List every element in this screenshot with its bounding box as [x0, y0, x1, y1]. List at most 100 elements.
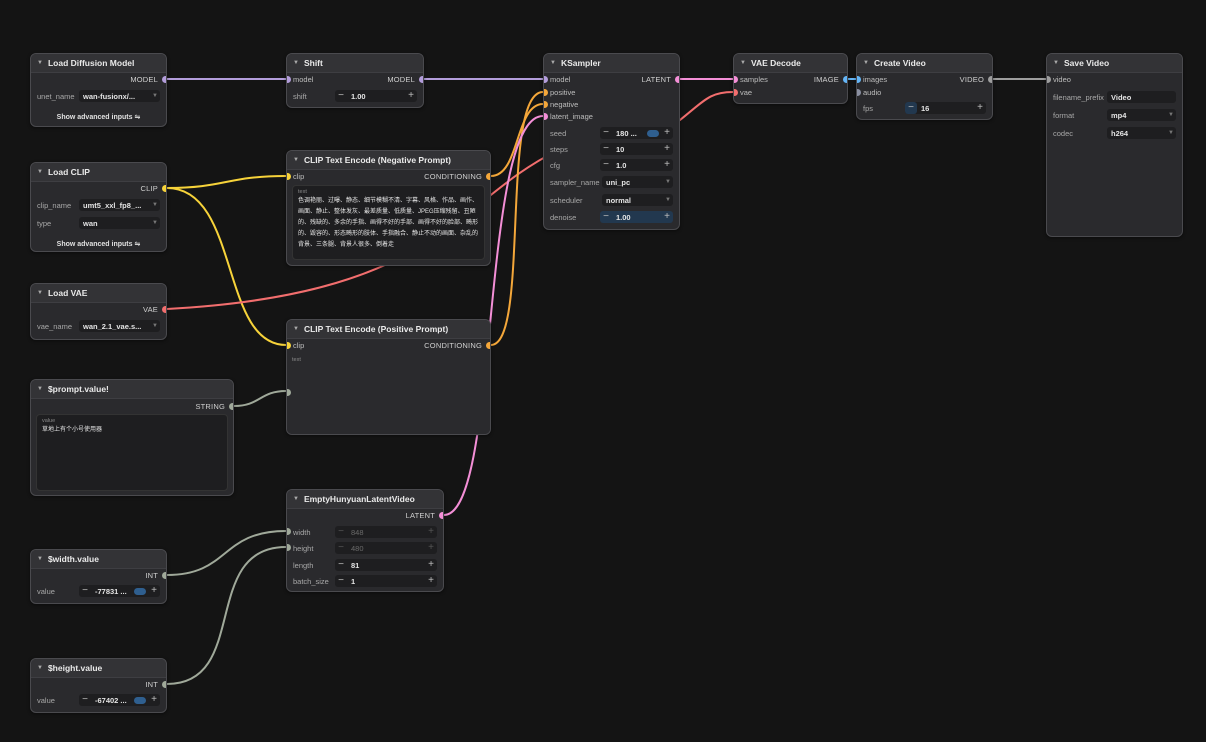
collapse-icon[interactable]: ▼ [37, 169, 43, 175]
node-save-video[interactable]: ▼ Save Video video filename_prefix Video … [1046, 53, 1183, 237]
collapse-icon[interactable]: ▼ [550, 60, 556, 66]
increment-button[interactable]: + [425, 542, 437, 554]
node-empty-hunyuan-latent-video[interactable]: ▼ EmptyHunyuanLatentVideo LATENT width − … [286, 489, 444, 592]
prompt-textarea[interactable]: value 草地上有个小号使用器 [36, 414, 228, 491]
node-title[interactable]: ▼ Shift [287, 54, 423, 73]
node-load-diffusion-model[interactable]: ▼ Load Diffusion Model MODEL unet_name wa… [30, 53, 167, 127]
input-slot-clip[interactable] [287, 173, 291, 180]
output-slot-model[interactable] [162, 76, 166, 83]
collapse-icon[interactable]: ▼ [1053, 60, 1059, 66]
node-height-value[interactable]: ▼ $height.value INT value − -67402 ... + [30, 658, 167, 713]
fps-stepper[interactable]: − 16 + [905, 102, 986, 114]
node-load-vae[interactable]: ▼ Load VAE VAE vae_name wan_2.1_vae.s... ▼ [30, 283, 167, 340]
denoise-slider[interactable]: − 1.00 + [600, 211, 673, 223]
decrement-button[interactable]: − [600, 211, 612, 223]
output-slot-latent[interactable] [439, 512, 443, 519]
collapse-icon[interactable]: ▼ [293, 60, 299, 66]
decrement-button[interactable]: − [79, 585, 91, 597]
link-toggle-icon[interactable] [134, 587, 146, 595]
input-slot-latent-image[interactable] [544, 113, 548, 120]
collapse-icon[interactable]: ▼ [37, 60, 43, 66]
node-title[interactable]: ▼ Load CLIP [31, 163, 166, 182]
node-shift[interactable]: ▼ Shift model MODEL shift − 1.00 + [286, 53, 424, 108]
collapse-icon[interactable]: ▼ [37, 665, 43, 671]
node-title[interactable]: ▼ $width.value [31, 550, 166, 569]
batch-size-stepper[interactable]: − 1 + [335, 575, 437, 587]
show-advanced-inputs-button[interactable]: Show advanced inputs ⇋ [31, 113, 166, 121]
decrement-button[interactable]: − [600, 127, 612, 139]
link-toggle-icon[interactable] [134, 696, 146, 704]
output-slot-image[interactable] [843, 76, 847, 83]
unet-name-select[interactable]: wan-fusionx/... ▼ [79, 90, 160, 102]
output-slot-string[interactable] [229, 403, 233, 410]
positive-prompt-textarea[interactable]: text [287, 354, 490, 434]
input-slot-width[interactable] [287, 528, 291, 535]
node-title[interactable]: ▼ Create Video [857, 54, 992, 73]
decrement-button[interactable]: − [79, 694, 91, 706]
decrement-button[interactable]: − [335, 542, 347, 554]
input-slot-clip[interactable] [287, 342, 291, 349]
output-slot-int[interactable] [162, 681, 166, 688]
node-clip-text-encode-positive[interactable]: ▼ CLIP Text Encode (Positive Prompt) clip… [286, 319, 491, 435]
node-title[interactable]: ▼ $height.value [31, 659, 166, 678]
show-advanced-inputs-button[interactable]: Show advanced inputs ⇋ [31, 240, 166, 248]
node-title[interactable]: ▼ Load VAE [31, 284, 166, 303]
codec-select[interactable]: h264 ▼ [1107, 127, 1176, 139]
node-title[interactable]: ▼ VAE Decode [734, 54, 847, 73]
increment-button[interactable]: + [425, 526, 437, 538]
height-value-stepper[interactable]: − -67402 ... + [79, 694, 160, 706]
node-title[interactable]: ▼ KSampler [544, 54, 679, 73]
collapse-icon[interactable]: ▼ [863, 60, 869, 66]
collapse-icon[interactable]: ▼ [740, 60, 746, 66]
link-toggle-icon[interactable] [647, 129, 659, 137]
increment-button[interactable]: + [661, 211, 673, 223]
node-ksampler[interactable]: ▼ KSampler model LATENT positive negative… [543, 53, 680, 230]
input-slot-positive[interactable] [544, 89, 548, 96]
scheduler-select[interactable]: normal ▼ [602, 194, 673, 206]
decrement-button[interactable]: − [335, 90, 347, 102]
filename-prefix-input[interactable]: Video [1107, 91, 1176, 103]
sampler-name-select[interactable]: uni_pc ▼ [602, 176, 673, 188]
collapse-icon[interactable]: ▼ [37, 290, 43, 296]
steps-stepper[interactable]: − 10 + [600, 143, 673, 155]
node-title[interactable]: ▼ CLIP Text Encode (Positive Prompt) [287, 320, 490, 339]
output-slot-clip[interactable] [162, 185, 166, 192]
node-title[interactable]: ▼ EmptyHunyuanLatentVideo [287, 490, 443, 509]
increment-button[interactable]: + [661, 127, 673, 139]
input-slot-vae[interactable] [734, 89, 738, 96]
collapse-icon[interactable]: ▼ [37, 386, 43, 392]
input-slot-model[interactable] [544, 76, 548, 83]
node-title[interactable]: ▼ $prompt.value! [31, 380, 233, 399]
input-slot-model[interactable] [287, 76, 291, 83]
vae-name-select[interactable]: wan_2.1_vae.s... ▼ [79, 320, 160, 332]
decrement-button[interactable]: − [600, 159, 612, 171]
increment-button[interactable]: + [661, 159, 673, 171]
input-slot-samples[interactable] [734, 76, 738, 83]
node-create-video[interactable]: ▼ Create Video images VIDEO audio fps − 1… [856, 53, 993, 120]
input-slot-height[interactable] [287, 544, 291, 551]
increment-button[interactable]: + [425, 575, 437, 587]
format-select[interactable]: mp4 ▼ [1107, 109, 1176, 121]
input-slot-video[interactable] [1047, 76, 1051, 83]
node-vae-decode[interactable]: ▼ VAE Decode samples IMAGE vae [733, 53, 848, 104]
collapse-icon[interactable]: ▼ [37, 556, 43, 562]
clip-name-select[interactable]: umt5_xxl_fp8_... ▼ [79, 199, 160, 211]
negative-prompt-textarea[interactable]: text 色调艳丽、过曝、静态、细节模糊不清、字幕、风格、作品、画作、画面、静止… [292, 185, 485, 260]
decrement-button[interactable]: − [335, 559, 347, 571]
collapse-icon[interactable]: ▼ [293, 326, 299, 332]
output-slot-video[interactable] [988, 76, 992, 83]
increment-button[interactable]: + [148, 585, 160, 597]
input-slot-audio[interactable] [857, 89, 861, 96]
width-value-stepper[interactable]: − -77831 ... + [79, 585, 160, 597]
width-stepper[interactable]: − 848 + [335, 526, 437, 538]
decrement-button[interactable]: − [335, 575, 347, 587]
decrement-button[interactable]: − [600, 143, 612, 155]
shift-stepper[interactable]: − 1.00 + [335, 90, 417, 102]
node-title[interactable]: ▼ Load Diffusion Model [31, 54, 166, 73]
increment-button[interactable]: + [405, 90, 417, 102]
input-slot-images[interactable] [857, 76, 861, 83]
output-slot-int[interactable] [162, 572, 166, 579]
node-title[interactable]: ▼ Save Video [1047, 54, 1182, 73]
collapse-icon[interactable]: ▼ [293, 496, 299, 502]
increment-button[interactable]: + [148, 694, 160, 706]
